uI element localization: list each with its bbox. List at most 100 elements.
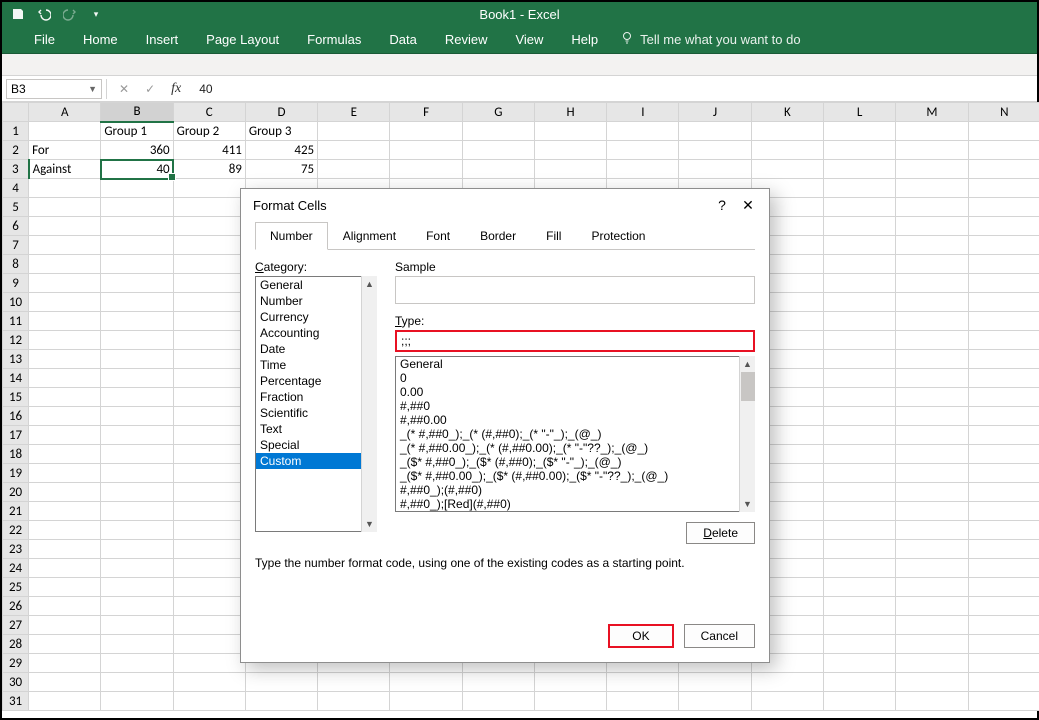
cell[interactable]: [173, 597, 245, 616]
column-header[interactable]: N: [968, 103, 1039, 122]
column-header[interactable]: B: [101, 103, 173, 122]
cell[interactable]: [896, 122, 968, 141]
cell[interactable]: [824, 692, 896, 711]
cell[interactable]: [245, 692, 317, 711]
cell[interactable]: [968, 369, 1039, 388]
cell[interactable]: [968, 673, 1039, 692]
name-box[interactable]: B3 ▼: [6, 79, 102, 99]
format-item[interactable]: #,##0.00: [396, 413, 754, 427]
cell[interactable]: [534, 160, 606, 179]
cell[interactable]: [824, 141, 896, 160]
cell[interactable]: [173, 483, 245, 502]
row-header[interactable]: 11: [3, 312, 29, 331]
row-header[interactable]: 17: [3, 426, 29, 445]
scroll-up-icon[interactable]: ▲: [365, 276, 374, 292]
format-item[interactable]: General: [396, 357, 754, 371]
cell[interactable]: [101, 521, 173, 540]
scroll-thumb[interactable]: [741, 372, 755, 401]
column-header[interactable]: L: [824, 103, 896, 122]
cell[interactable]: [29, 388, 101, 407]
cell[interactable]: [968, 578, 1039, 597]
formula-input[interactable]: 40: [193, 82, 1037, 96]
cell[interactable]: [173, 236, 245, 255]
category-item[interactable]: Scientific: [256, 405, 376, 421]
cell[interactable]: [824, 464, 896, 483]
format-item[interactable]: 0.00: [396, 385, 754, 399]
cell[interactable]: [896, 559, 968, 578]
cell[interactable]: [896, 654, 968, 673]
close-icon[interactable]: ✕: [735, 197, 761, 214]
dialog-titlebar[interactable]: Format Cells ? ✕: [241, 189, 769, 221]
enter-icon[interactable]: ✓: [145, 82, 155, 96]
fx-icon[interactable]: fx: [171, 81, 181, 97]
cell[interactable]: [173, 445, 245, 464]
cell[interactable]: [824, 236, 896, 255]
cell[interactable]: [824, 578, 896, 597]
cell[interactable]: [896, 521, 968, 540]
row-header[interactable]: 16: [3, 407, 29, 426]
cell[interactable]: [534, 692, 606, 711]
category-item[interactable]: Date: [256, 341, 376, 357]
cell[interactable]: [101, 407, 173, 426]
scroll-down-icon[interactable]: ▼: [365, 516, 374, 532]
format-item[interactable]: #,##0: [396, 399, 754, 413]
cell[interactable]: [968, 255, 1039, 274]
cell[interactable]: [896, 388, 968, 407]
dlgtab-border[interactable]: Border: [465, 222, 531, 250]
cell[interactable]: [824, 426, 896, 445]
cell[interactable]: [824, 673, 896, 692]
row-header[interactable]: 28: [3, 635, 29, 654]
cell[interactable]: [101, 388, 173, 407]
cell[interactable]: [29, 464, 101, 483]
cell[interactable]: [173, 388, 245, 407]
cell[interactable]: [896, 160, 968, 179]
tab-file[interactable]: File: [20, 26, 69, 53]
cell[interactable]: Group 2: [173, 122, 245, 141]
column-header[interactable]: I: [607, 103, 679, 122]
cell[interactable]: [29, 616, 101, 635]
cell[interactable]: [101, 312, 173, 331]
save-icon[interactable]: [10, 6, 26, 22]
row-header[interactable]: 31: [3, 692, 29, 711]
cell[interactable]: [824, 616, 896, 635]
cell[interactable]: [318, 160, 390, 179]
cell[interactable]: [824, 160, 896, 179]
cell[interactable]: [101, 483, 173, 502]
row-header[interactable]: 9: [3, 274, 29, 293]
row-header[interactable]: 30: [3, 673, 29, 692]
cell[interactable]: [968, 274, 1039, 293]
cell[interactable]: [896, 502, 968, 521]
row-header[interactable]: 7: [3, 236, 29, 255]
cell[interactable]: [896, 274, 968, 293]
delete-button[interactable]: Delete: [686, 522, 755, 544]
cell[interactable]: [462, 673, 534, 692]
cell[interactable]: [824, 255, 896, 274]
cell[interactable]: [29, 369, 101, 388]
type-input[interactable]: [395, 330, 755, 352]
cell[interactable]: [173, 198, 245, 217]
cell[interactable]: [101, 597, 173, 616]
cell[interactable]: [968, 502, 1039, 521]
cell[interactable]: [968, 179, 1039, 198]
cell[interactable]: [173, 293, 245, 312]
cell[interactable]: [824, 369, 896, 388]
cell[interactable]: Against: [29, 160, 101, 179]
cell[interactable]: [101, 369, 173, 388]
cell[interactable]: 360: [101, 141, 173, 160]
cell[interactable]: [29, 179, 101, 198]
cell[interactable]: [679, 692, 751, 711]
dlgtab-alignment[interactable]: Alignment: [328, 222, 411, 250]
cell[interactable]: [101, 274, 173, 293]
cell[interactable]: [824, 407, 896, 426]
row-header[interactable]: 3: [3, 160, 29, 179]
cell[interactable]: [896, 217, 968, 236]
cell[interactable]: [824, 274, 896, 293]
category-item[interactable]: Custom: [256, 453, 376, 469]
format-list[interactable]: General00.00#,##0#,##0.00_(* #,##0_);_(*…: [395, 356, 755, 512]
cell[interactable]: [101, 692, 173, 711]
row-header[interactable]: 25: [3, 578, 29, 597]
cell[interactable]: [101, 540, 173, 559]
cell[interactable]: [968, 350, 1039, 369]
cell[interactable]: [824, 293, 896, 312]
cell[interactable]: [173, 521, 245, 540]
